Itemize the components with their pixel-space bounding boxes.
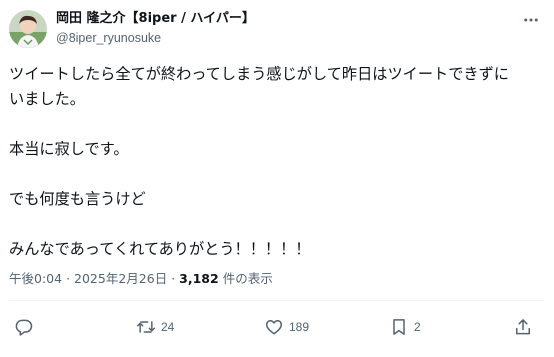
heart-icon	[265, 320, 283, 335]
like-button[interactable]: 189	[264, 312, 309, 342]
tweet-card: 岡田 隆之介【8iper / ハイパー】 @8iper_ryunosuke ツイ…	[0, 0, 554, 357]
tweet-line: ツイートしたら全てが終わってしまう感じがして昨日はツイートできずに	[9, 65, 509, 83]
share-icon	[516, 319, 530, 335]
tweet-line: 本当に寂しです。	[9, 140, 129, 158]
tweet-blank-line	[9, 112, 549, 137]
meta-separator: ·	[171, 271, 176, 286]
tweet-blank-line	[9, 162, 549, 187]
divider	[9, 300, 545, 301]
views-count: 3,182	[179, 271, 219, 286]
tweet-blank-line	[9, 212, 549, 237]
action-bar: 24 189 2	[0, 312, 554, 342]
user-handle[interactable]: @8iper_ryunosuke	[56, 29, 255, 47]
tweet-date[interactable]: 2025年2月26日	[74, 271, 167, 286]
retweet-icon	[136, 321, 156, 333]
avatar-image	[9, 10, 47, 48]
more-horizontal-icon	[524, 18, 538, 22]
meta-separator: ·	[66, 271, 71, 286]
views-label: 件の表示	[222, 271, 273, 286]
retweet-button[interactable]: 24	[136, 312, 174, 342]
display-name[interactable]: 岡田 隆之介【8iper / ハイパー】	[56, 10, 255, 28]
tweet-time[interactable]: 午後0:04	[9, 271, 62, 286]
tweet-meta: 午後0:04 · 2025年2月26日 · 3,182 件の表示	[9, 270, 273, 288]
tweet-text: ツイートしたら全てが終わってしまう感じがして昨日はツイートできずに いました。 …	[9, 62, 549, 262]
bookmark-button[interactable]: 2	[389, 312, 421, 342]
author-block: 岡田 隆之介【8iper / ハイパー】 @8iper_ryunosuke	[56, 10, 255, 47]
tweet-line: いました。	[9, 90, 85, 108]
reply-button[interactable]	[14, 312, 39, 342]
tweet-line: みんなであってくれてありがとう！！！！！	[9, 240, 311, 258]
tweet-line: でも何度も言うけど	[9, 190, 146, 208]
retweet-count: 24	[161, 320, 175, 334]
avatar[interactable]	[9, 10, 47, 48]
like-count: 189	[289, 320, 310, 334]
more-options-button[interactable]	[520, 10, 542, 30]
reply-icon	[15, 319, 33, 336]
bookmark-icon	[393, 319, 405, 335]
bookmark-count: 2	[414, 320, 421, 334]
share-button[interactable]	[513, 312, 533, 342]
